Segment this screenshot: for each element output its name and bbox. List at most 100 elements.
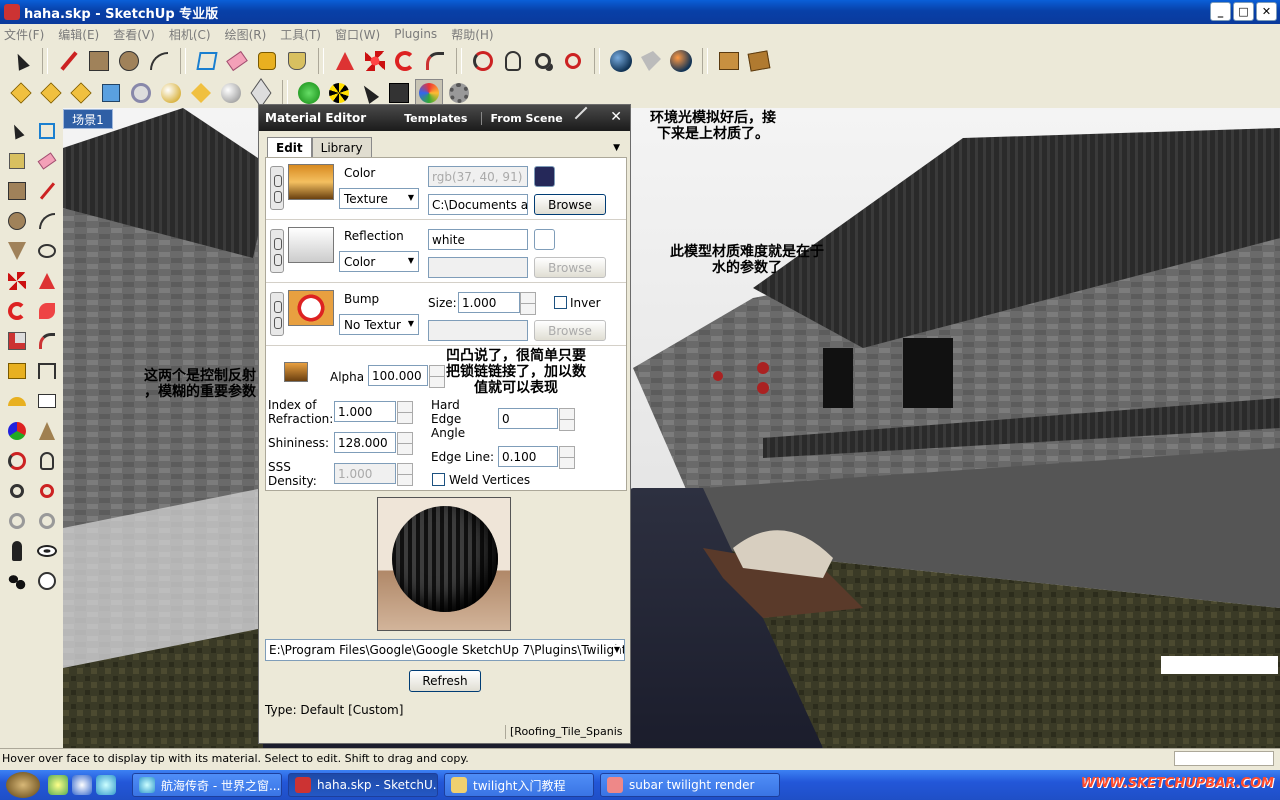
eraser-tool-button[interactable] [33, 146, 61, 176]
reflection-value-input[interactable]: white [428, 229, 528, 250]
text-tool-button[interactable] [33, 386, 61, 416]
hard-edge-spinner[interactable] [559, 408, 575, 431]
shininess-input[interactable]: 128.000 [334, 432, 396, 453]
circle-tool-button[interactable] [115, 47, 143, 75]
menu-help[interactable]: 帮助(H) [451, 26, 493, 43]
ior-spinner[interactable] [397, 401, 413, 424]
tab-menu-arrow-icon[interactable]: ▼ [613, 143, 620, 153]
tab-library[interactable]: Library [311, 137, 372, 157]
quicklaunch-app-icon[interactable] [48, 775, 68, 795]
taskbar-item-folder[interactable]: twilight入门教程 [444, 773, 594, 797]
follow-me-button[interactable] [33, 296, 61, 326]
style-monochrome-button[interactable] [157, 79, 185, 107]
position-camera-button[interactable] [3, 536, 31, 566]
orbit-tool-button[interactable] [3, 446, 31, 476]
edge-line-spinner[interactable] [559, 446, 575, 469]
material-editor-close-button[interactable]: ✕ [610, 109, 622, 125]
pan-tool-button[interactable] [33, 446, 61, 476]
alpha-spinner[interactable] [429, 365, 445, 388]
push-pull-button[interactable] [33, 266, 61, 296]
color-swatch[interactable] [534, 166, 555, 187]
orbit-tool-button[interactable] [469, 47, 497, 75]
component-attributes-button[interactable] [745, 47, 773, 75]
menu-plugins[interactable]: Plugins [394, 27, 437, 41]
material-editor-titlebar[interactable]: Material Editor Templates From Scene ✕ [259, 105, 630, 131]
google-earth-button[interactable] [607, 47, 635, 75]
select-tool-button[interactable] [7, 47, 35, 75]
component-options-button[interactable] [715, 47, 743, 75]
reflection-thumbnail[interactable] [288, 227, 334, 263]
tab-edit[interactable]: Edit [267, 137, 312, 157]
arc-tool-button[interactable] [145, 47, 173, 75]
reflection-type-select[interactable]: Color [339, 251, 419, 272]
color-browse-button[interactable]: Browse [534, 194, 606, 215]
style-wireframe-button[interactable] [67, 79, 95, 107]
taskbar-item-sketchup[interactable]: haha.skp - SketchU... [288, 773, 438, 797]
plane-tool-button[interactable] [247, 78, 275, 108]
refresh-button[interactable]: Refresh [409, 670, 481, 692]
bump-size-spinner[interactable] [520, 292, 536, 315]
zoom-tool-button[interactable] [3, 476, 31, 506]
bump-thumbnail[interactable] [288, 290, 334, 326]
close-button[interactable]: ✕ [1256, 2, 1277, 21]
next-view-button[interactable] [33, 506, 61, 536]
bump-size-input[interactable]: 1.000 [458, 292, 520, 313]
select-tool-button[interactable] [3, 116, 31, 146]
scene-tab[interactable]: 场景1 [63, 109, 113, 129]
light-settings-button[interactable] [385, 79, 413, 107]
zoom-extents-button[interactable] [559, 47, 587, 75]
shininess-spinner[interactable] [397, 432, 413, 455]
color-chain-link-icon[interactable] [270, 166, 284, 210]
menu-camera[interactable]: 相机(C) [169, 26, 211, 43]
rotate-tool-button[interactable] [391, 47, 419, 75]
zoom-window-button[interactable] [33, 476, 61, 506]
ior-input[interactable]: 1.000 [334, 401, 396, 422]
move-tool-button[interactable] [361, 47, 389, 75]
offset-tool-button[interactable] [33, 326, 61, 356]
paint-bucket-button[interactable] [283, 47, 311, 75]
section-plane-button[interactable] [187, 79, 215, 107]
texture-path-input[interactable]: C:\Documents an [428, 194, 528, 215]
get-models-button[interactable] [637, 47, 665, 75]
plugin-path-select[interactable]: E:\Program Files\Google\Google SketchUp … [265, 639, 625, 661]
weld-vertices-checkbox[interactable] [432, 473, 445, 486]
reflection-chain-link-icon[interactable] [270, 229, 284, 273]
zoom-tool-button[interactable] [529, 47, 557, 75]
arc-tool-button[interactable] [33, 206, 61, 236]
protractor-button[interactable] [3, 386, 31, 416]
sphere-tool-button[interactable] [217, 79, 245, 107]
quicklaunch-browser-icon[interactable] [96, 775, 116, 795]
alpha-input[interactable]: 100.000 [368, 365, 428, 386]
start-button[interactable] [0, 770, 46, 800]
style-back-edges-button[interactable] [37, 79, 65, 107]
circle-tool-button[interactable] [3, 206, 31, 236]
quicklaunch-ie-icon[interactable] [72, 775, 92, 795]
taskbar-item-render[interactable]: subar twilight render [600, 773, 780, 797]
walk-tool-button[interactable] [3, 566, 31, 596]
eraser-tool-button[interactable] [223, 47, 251, 75]
scale-tool-button[interactable] [3, 326, 31, 356]
tape-measure-button[interactable] [3, 356, 31, 386]
bump-chain-link-icon[interactable] [270, 292, 284, 336]
dimension-tool-button[interactable] [33, 356, 61, 386]
material-editor-button[interactable] [415, 79, 443, 107]
axes-tool-button[interactable] [3, 416, 31, 446]
look-around-button[interactable] [33, 536, 61, 566]
pan-tool-button[interactable] [499, 47, 527, 75]
eyedropper-icon[interactable] [574, 106, 598, 130]
render-settings-button[interactable] [445, 79, 473, 107]
edge-line-input[interactable]: 0.100 [498, 446, 558, 467]
minimize-button[interactable]: _ [1210, 2, 1231, 21]
maximize-button[interactable]: □ [1233, 2, 1254, 21]
menu-edit[interactable]: 编辑(E) [58, 26, 99, 43]
3d-text-button[interactable] [33, 416, 61, 446]
rectangle-tool-button[interactable] [3, 176, 31, 206]
rotate-tool-button[interactable] [3, 296, 31, 326]
section-plane-button[interactable] [33, 566, 61, 596]
style-xray-button[interactable] [7, 79, 35, 107]
menu-tools[interactable]: 工具(T) [280, 26, 321, 43]
menu-file[interactable]: 文件(F) [4, 26, 44, 43]
alpha-thumbnail[interactable] [284, 362, 308, 382]
color-texture-thumbnail[interactable] [288, 164, 334, 200]
color-value-input[interactable]: rgb(37, 40, 91) [428, 166, 528, 187]
